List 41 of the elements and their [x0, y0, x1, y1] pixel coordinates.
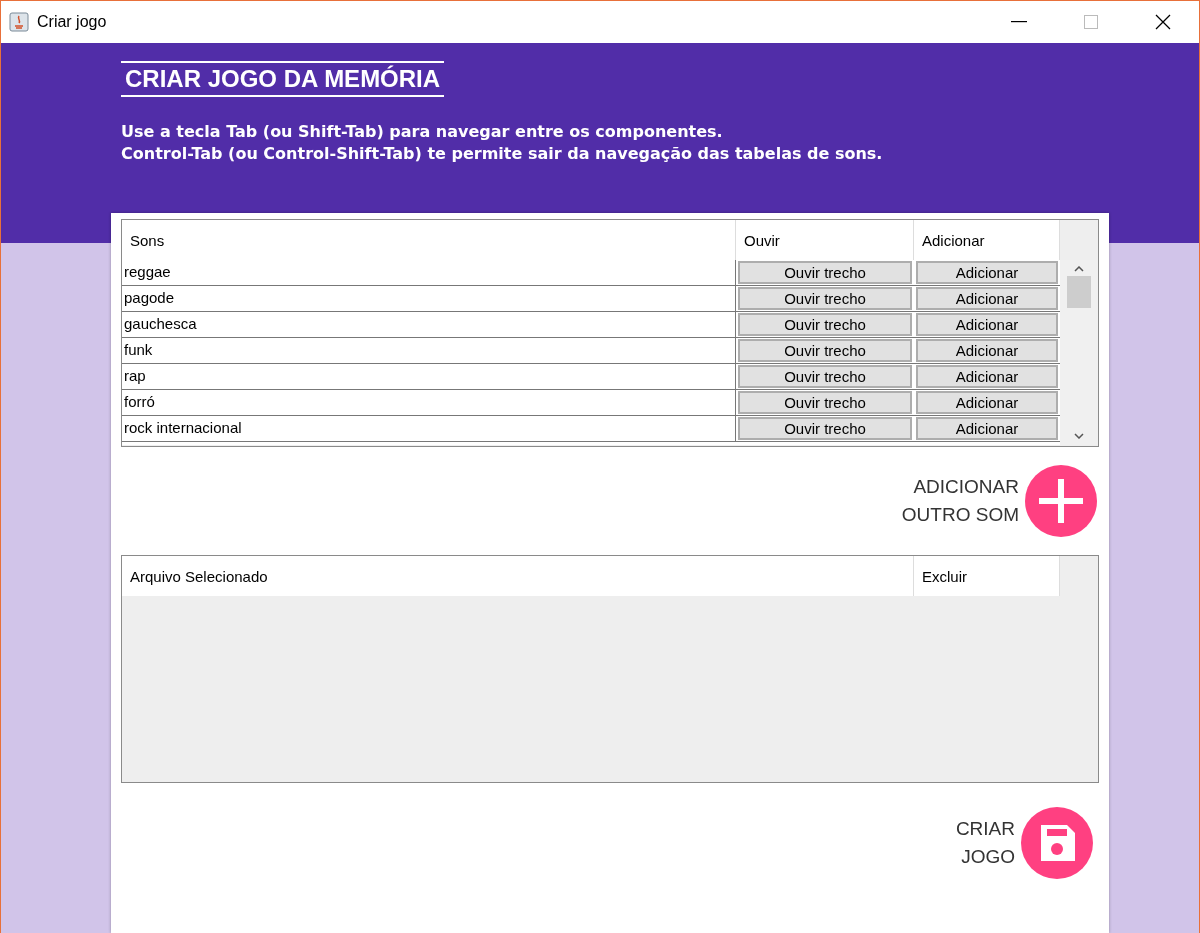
- listen-button[interactable]: Ouvir trecho: [738, 287, 912, 310]
- add-button[interactable]: Adicionar: [916, 417, 1058, 440]
- column-header[interactable]: Arquivo Selecionado: [122, 556, 914, 596]
- add-icon[interactable]: [1025, 465, 1097, 537]
- table-cell: rock internacional: [122, 416, 736, 441]
- listen-button[interactable]: Ouvir trecho: [738, 313, 912, 336]
- create-game-label: CRIAR JOGO: [955, 817, 1015, 869]
- table-cell: gauchesca: [122, 312, 736, 337]
- scroll-thumb[interactable]: [1067, 276, 1091, 308]
- minimize-icon: [1011, 21, 1027, 23]
- column-header[interactable]: Ouvir: [736, 220, 914, 260]
- page-title: CRIAR JOGO DA MEMÓRIA: [121, 61, 445, 97]
- scroll-down-icon[interactable]: [1074, 433, 1084, 439]
- column-header[interactable]: Adicionar: [914, 220, 1060, 260]
- instruction-text: Control-Tab (ou Control-Shift-Tab) te permite sair da navegação das tabelas de sons.: [121, 143, 884, 165]
- listen-button[interactable]: Ouvir trecho: [738, 365, 912, 388]
- add-other-sound-label: ADICIONAR OUTRO SOM: [901, 475, 1019, 527]
- scroll-up-icon[interactable]: [1074, 266, 1084, 272]
- listen-button[interactable]: Ouvir trecho: [738, 417, 912, 440]
- add-button[interactable]: Adicionar: [916, 261, 1058, 284]
- listen-button[interactable]: Ouvir trecho: [738, 339, 912, 362]
- maximize-icon: [1084, 15, 1098, 29]
- listen-button[interactable]: Ouvir trecho: [738, 261, 912, 284]
- add-button[interactable]: Adicionar: [916, 339, 1058, 362]
- table-cell: rap: [122, 364, 736, 389]
- close-icon: [1155, 14, 1171, 30]
- add-button[interactable]: Adicionar: [916, 391, 1058, 414]
- column-header[interactable]: Excluir: [914, 556, 1060, 596]
- save-icon[interactable]: [1021, 807, 1093, 879]
- table-cell: forró: [122, 390, 736, 415]
- add-button[interactable]: Adicionar: [916, 365, 1058, 388]
- table-cell: pagode: [122, 286, 736, 311]
- add-button[interactable]: Adicionar: [916, 287, 1058, 310]
- column-header[interactable]: Sons: [122, 220, 736, 260]
- listen-button[interactable]: Ouvir trecho: [738, 391, 912, 414]
- table-cell: reggae: [122, 260, 736, 285]
- window-title: Criar jogo: [37, 13, 108, 31]
- add-button[interactable]: Adicionar: [916, 313, 1058, 336]
- table-cell: funk: [122, 338, 736, 363]
- instruction-text: Use a tecla Tab (ou Shift-Tab) para navegar entre os componentes.: [121, 121, 724, 143]
- app-icon: [9, 12, 29, 32]
